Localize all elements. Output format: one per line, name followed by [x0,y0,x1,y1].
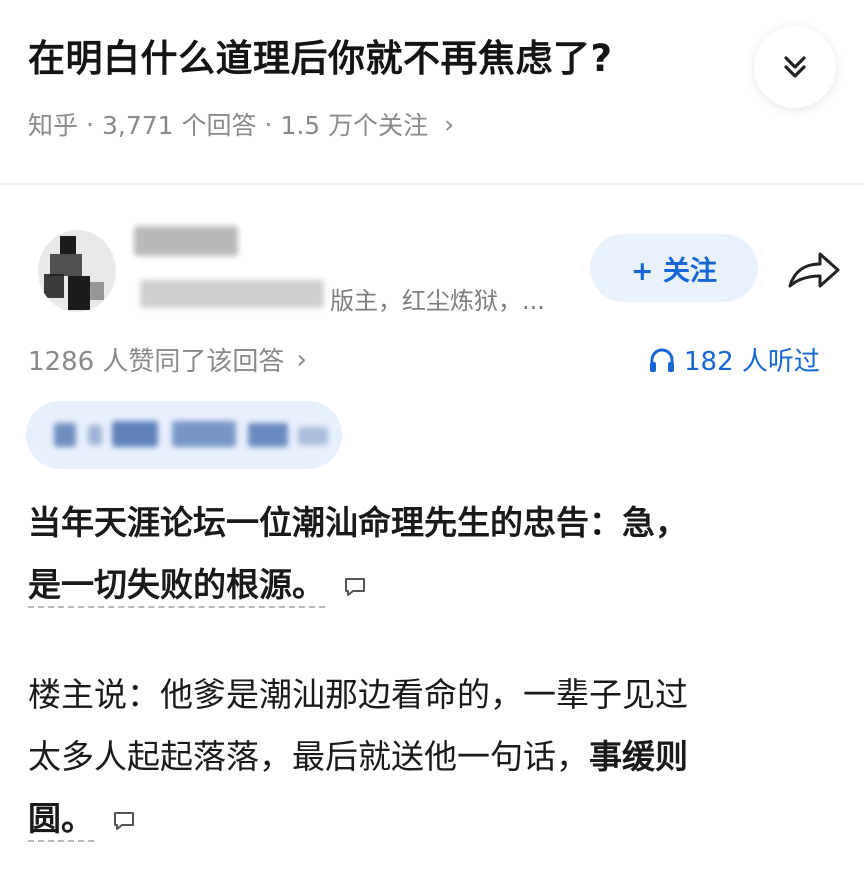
answer-text: 楼主说：他爹是潮汕那边看命的，一辈子见过 [28,675,688,714]
answer-paragraph-1-line-2: 是一切失败的根源。 [28,554,367,616]
answer-text: 当年天涯论坛一位潮汕命理先生的忠告：急， [28,503,688,542]
likes-count: 1286 人赞同了该回答 [28,347,285,377]
answer-paragraph-2-line-3: 圆。 [28,788,136,850]
separator: · [86,109,94,139]
answer-paragraph-1-line-1: 当年天涯论坛一位潮汕命理先生的忠告：急， [28,492,688,554]
author-bio-redacted [140,280,324,308]
author-bio: 版主，红尘炼狱，... [330,287,545,315]
answer-paragraph-2-line-1: 楼主说：他爹是潮汕那边看命的，一辈子见过 [28,664,688,726]
follow-button[interactable]: + 关注 [590,234,758,302]
author-name-redacted[interactable] [134,226,238,256]
section-divider [0,183,864,185]
topic-tag-redacted[interactable] [26,401,342,469]
chevron-right-icon: › [444,109,455,139]
chevron-right-icon: › [296,344,307,375]
question-title[interactable]: 在明白什么道理后你就不再焦虑了? [28,28,612,82]
collapse-button[interactable] [754,26,836,108]
likes-link[interactable]: 1286 人赞同了该回答 › [28,341,307,378]
answer-text-highlight[interactable]: 是一切失败的根源。 [28,565,325,608]
comment-icon[interactable] [343,576,367,598]
source-label: 知乎 [28,111,79,140]
double-chevron-down-icon [784,56,806,78]
answer-text-highlight[interactable]: 圆。 [28,799,94,842]
headphones-icon [650,348,674,372]
share-arrow-icon[interactable] [786,248,842,292]
question-meta[interactable]: 知乎 · 3,771 个回答 · 1.5 万个关注 › [28,106,454,142]
avatar[interactable] [38,230,116,312]
answer-paragraph-2-line-2: 太多人起起落落，最后就送他一句话，事缓则 [28,726,688,788]
listen-stats[interactable]: 182 人听过 [648,341,820,378]
follow-count: 1.5 万个关注 [280,111,429,140]
answer-text-emphasis: 事缓则 [589,737,688,776]
answer-text: 太多人起起落落，最后就送他一句话， [28,737,589,776]
separator: · [264,109,273,139]
listened-count: 182 人听过 [684,347,820,377]
comment-icon[interactable] [112,810,136,832]
answer-count: 3,771 个回答 [101,111,257,140]
